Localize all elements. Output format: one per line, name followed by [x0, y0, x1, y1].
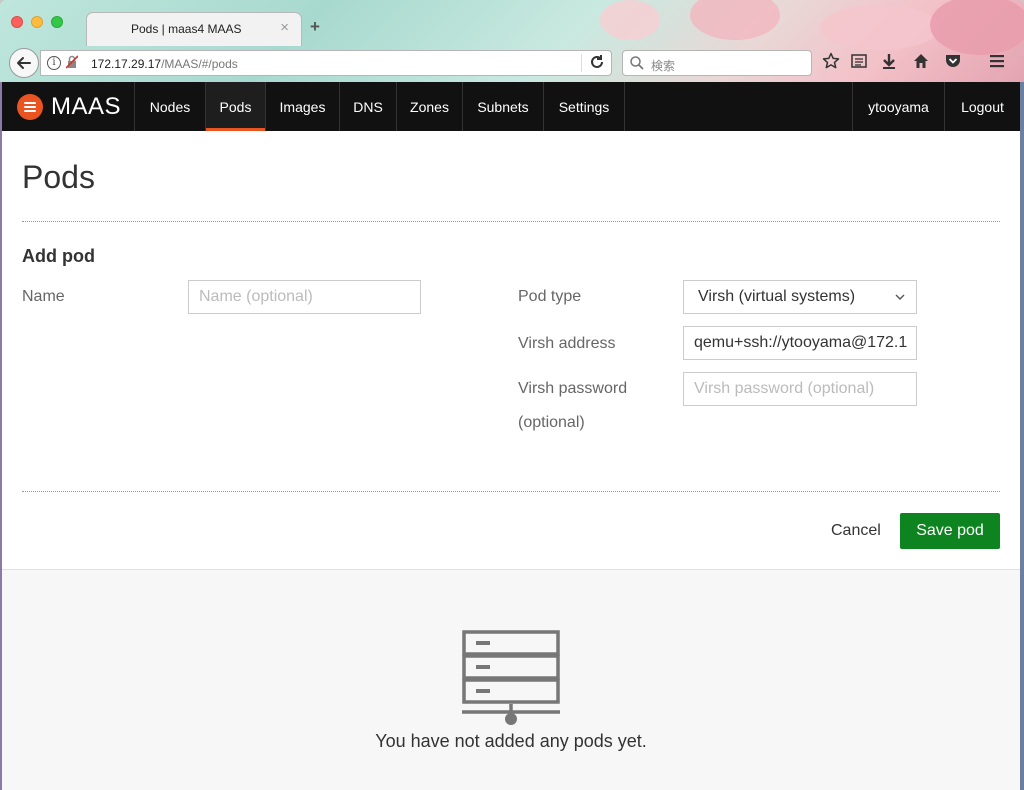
virsh-password-input[interactable]	[683, 372, 917, 406]
bookmark-star-icon[interactable]	[822, 52, 840, 75]
maas-navbar: MAAS Nodes Pods Images DNS Zones Subnets…	[2, 82, 1020, 131]
pods-empty-state: You have not added any pods yet.	[2, 569, 1020, 790]
home-icon[interactable]	[912, 52, 930, 75]
reading-list-icon[interactable]	[850, 52, 868, 75]
pods-page: Pods Add pod Name Pod type Virsh (virtua…	[2, 131, 1020, 569]
back-arrow-icon	[17, 57, 31, 69]
search-icon	[629, 55, 645, 76]
virsh-address-label: Virsh address	[518, 335, 616, 352]
background-blossom	[600, 0, 660, 40]
nav-user[interactable]: ytooyama	[852, 82, 944, 131]
reload-icon[interactable]	[589, 54, 605, 74]
zoom-window-button[interactable]	[51, 16, 63, 28]
url-text: 172.17.29.17/MAAS/#/pods	[91, 57, 238, 71]
close-window-button[interactable]	[11, 16, 23, 28]
minimize-window-button[interactable]	[31, 16, 43, 28]
new-tab-button[interactable]: +	[310, 17, 320, 37]
chevron-down-icon	[894, 290, 906, 308]
virsh-password-label: Virsh password	[518, 380, 628, 397]
maas-brand[interactable]: MAAS	[2, 82, 135, 131]
brand-text: MAAS	[51, 92, 122, 120]
browser-chrome: Pods | maas4 MAAS × + i 172.17.29.17/MAA…	[0, 0, 1024, 82]
nav-item-zones[interactable]: Zones	[397, 82, 463, 131]
nav-item-pods[interactable]: Pods	[206, 82, 266, 131]
nav-item-images[interactable]: Images	[266, 82, 340, 131]
nav-item-nodes[interactable]: Nodes	[135, 82, 206, 131]
divider	[22, 221, 1000, 222]
url-bar[interactable]: i 172.17.29.17/MAAS/#/pods	[40, 50, 612, 76]
page-title: Pods	[22, 159, 95, 195]
download-icon[interactable]	[880, 52, 898, 75]
nav-item-dns[interactable]: DNS	[340, 82, 397, 131]
browser-tab-pods[interactable]: Pods | maas4 MAAS ×	[86, 12, 302, 46]
background-blossom	[690, 0, 780, 40]
server-icon	[462, 630, 560, 725]
divider	[22, 491, 1000, 492]
save-pod-button[interactable]: Save pod	[900, 513, 1000, 549]
pod-type-label: Pod type	[518, 288, 582, 305]
desktop-edge	[1020, 82, 1024, 790]
pocket-icon[interactable]	[944, 52, 962, 75]
search-placeholder: 検索	[651, 59, 676, 73]
empty-state-message: You have not added any pods yet.	[375, 731, 647, 751]
virsh-address-input[interactable]: qemu+ssh://ytooyama@172.1	[683, 326, 917, 360]
pod-type-select[interactable]: Virsh (virtual systems)	[683, 280, 917, 314]
maas-logo-icon	[17, 93, 43, 120]
add-pod-title: Add pod	[22, 246, 95, 266]
back-button[interactable]	[9, 48, 39, 78]
search-bar[interactable]: 検索	[622, 50, 812, 76]
virsh-password-label-optional: (optional)	[518, 414, 585, 431]
pod-type-value: Virsh (virtual systems)	[698, 288, 856, 305]
cancel-button[interactable]: Cancel	[831, 522, 881, 540]
tab-title: Pods | maas4 MAAS	[131, 22, 242, 36]
insecure-lock-icon[interactable]	[65, 55, 79, 72]
name-label: Name	[22, 288, 65, 305]
info-icon[interactable]: i	[47, 56, 61, 70]
tab-close-icon[interactable]: ×	[280, 19, 289, 36]
nav-logout[interactable]: Logout	[944, 82, 1020, 131]
nav-item-settings[interactable]: Settings	[544, 82, 625, 131]
url-divider	[581, 54, 582, 72]
name-input[interactable]	[188, 280, 421, 314]
nav-item-subnets[interactable]: Subnets	[463, 82, 544, 131]
browser-toolbar: i 172.17.29.17/MAAS/#/pods 検索	[0, 44, 1024, 82]
menu-icon[interactable]	[988, 52, 1006, 75]
